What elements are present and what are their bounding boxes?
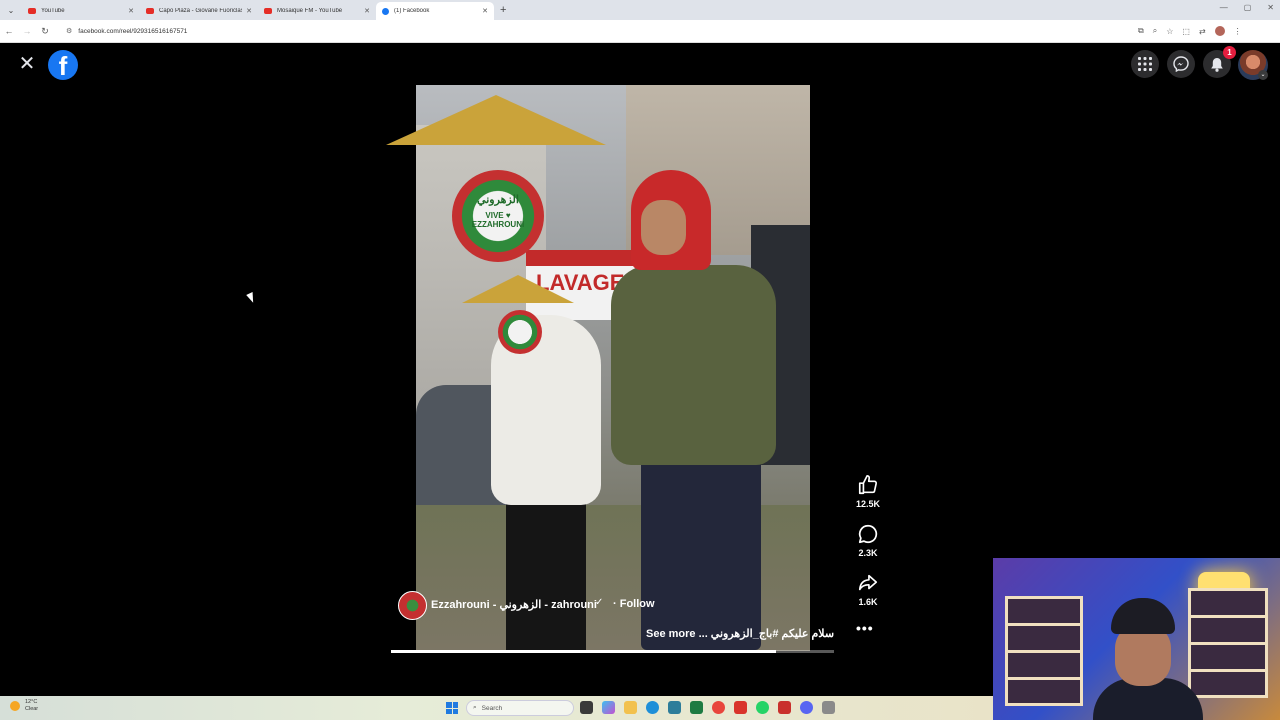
tab-label: YouTube	[41, 8, 65, 14]
like-count: 12.5K	[855, 499, 881, 509]
bookmark-star-icon[interactable]: ☆	[1166, 27, 1173, 36]
reload-icon[interactable]: ↻	[36, 26, 54, 37]
reel-caption[interactable]: سلام عليكم #باج_الزهروني ... See more	[646, 627, 834, 640]
chrome-icon[interactable]	[712, 701, 725, 714]
close-reel-button[interactable]: ✕	[16, 53, 38, 75]
whatsapp-icon[interactable]	[756, 701, 769, 714]
browser-tab-active[interactable]: (1) Facebook ✕	[376, 2, 494, 20]
task-view-icon[interactable]	[580, 701, 593, 714]
notification-badge: 1	[1223, 46, 1236, 59]
messenger-icon	[1173, 56, 1189, 72]
thumbs-up-icon	[858, 475, 878, 495]
browser-tab[interactable]: Capo Plaza - Giovane Fuoriclas ✕	[140, 2, 258, 20]
webcam-shelf	[1005, 596, 1083, 706]
comment-button[interactable]: 2.3K	[852, 523, 884, 558]
url-input[interactable]: ⚙ facebook.com/reel/929316516167571	[60, 22, 1130, 40]
sun-weather-icon	[10, 701, 20, 711]
youtube-icon	[28, 8, 36, 14]
weather-widget[interactable]: 12°C Clear	[10, 699, 38, 713]
excel-icon[interactable]	[690, 701, 703, 714]
taskbar-search-placeholder: Search	[481, 704, 503, 712]
discord-icon[interactable]	[800, 701, 813, 714]
weather-temperature: 12°C	[25, 699, 38, 705]
tab-label: (1) Facebook	[394, 8, 430, 14]
messenger-button[interactable]	[1167, 50, 1195, 78]
webcam-overlay	[993, 558, 1280, 720]
golden-eagle-sticker-small	[462, 275, 574, 303]
share-button[interactable]: 1.6K	[852, 572, 884, 607]
golden-eagle-sticker	[386, 95, 606, 145]
webcam-person	[1093, 598, 1203, 720]
weather-description: Clear	[25, 706, 39, 712]
cast-icon[interactable]: ⧉	[1138, 26, 1144, 36]
tab-close-icon[interactable]: ✕	[128, 7, 134, 15]
address-bar: ← → ↻ ⚙ facebook.com/reel/92931651616757…	[0, 20, 1280, 43]
club-emblem-sticker-small	[498, 310, 542, 354]
video-person-red-hood	[606, 170, 781, 650]
mouse-cursor-icon	[246, 291, 257, 305]
share-count: 1.6K	[858, 597, 878, 607]
menu-grid-button[interactable]	[1131, 50, 1159, 78]
minimize-icon[interactable]: —	[1220, 3, 1228, 12]
emblem-latin-text: VIVE ♥ EZZAHROUNI	[471, 211, 525, 229]
edge-icon[interactable]	[646, 701, 659, 714]
tab-label: Mosaique FM - YouTube	[277, 8, 343, 14]
app-icon[interactable]	[822, 701, 835, 714]
comment-icon	[858, 524, 878, 544]
bell-icon	[1211, 57, 1223, 72]
share-arrow-icon	[858, 574, 878, 591]
reel-author-name[interactable]: Ezzahrouni - الزهروني - zahrouni	[431, 598, 597, 611]
tab-close-icon[interactable]: ✕	[246, 7, 252, 15]
emblem-arabic-text: الزهروني	[477, 194, 519, 206]
reel-video[interactable]: LAVAGE الزهروني VIVE ♥ EZZAHROUNI	[416, 85, 810, 651]
video-progress-bar[interactable]	[391, 650, 834, 653]
verified-badge-icon: ✓	[595, 597, 604, 608]
window-controls: — ▢ ✕	[1220, 3, 1274, 12]
search-icon: ⌕	[473, 704, 477, 711]
copilot-icon[interactable]	[602, 701, 615, 714]
youtube-icon	[264, 8, 272, 14]
facebook-icon	[382, 7, 389, 15]
browser-toolbar: ⧉ ⌕ ☆ ⬚ ⇄ ⋮	[1138, 26, 1242, 36]
translate-icon[interactable]: ⇄	[1199, 27, 1206, 36]
more-options-button[interactable]: •••	[856, 620, 874, 636]
browser-tab[interactable]: Mosaique FM - YouTube ✕	[258, 2, 376, 20]
taskbar-search[interactable]: ⌕ Search	[466, 700, 574, 716]
profile-icon[interactable]	[1214, 26, 1225, 36]
chevron-down-icon[interactable]: ⌄	[1258, 70, 1268, 80]
store-icon[interactable]	[668, 701, 681, 714]
browser-tab-bar: ⌄ YouTube ✕ Capo Plaza - Giovane Fuoricl…	[0, 0, 1280, 20]
follow-button[interactable]: · Follow	[613, 598, 655, 610]
notifications-button[interactable]: 1	[1203, 46, 1236, 78]
youtube-icon	[146, 8, 154, 14]
forward-arrow-icon[interactable]: →	[18, 26, 36, 36]
comment-count: 2.3K	[858, 548, 878, 558]
reel-author-avatar[interactable]	[398, 591, 427, 620]
facebook-logo[interactable]: f	[48, 50, 78, 81]
new-tab-button[interactable]: +	[500, 4, 506, 16]
extensions-icon[interactable]: ⬚	[1182, 27, 1190, 36]
zoom-icon[interactable]: ⌕	[1153, 26, 1157, 36]
browser-menu-icon[interactable]: ⋮	[1234, 27, 1242, 36]
antivirus-icon[interactable]	[734, 701, 747, 714]
windows-start-icon[interactable]	[446, 702, 458, 714]
close-window-icon[interactable]: ✕	[1267, 3, 1274, 12]
site-info-icon[interactable]: ⚙	[66, 27, 72, 35]
url-text: facebook.com/reel/929316516167571	[78, 27, 188, 35]
app-icon[interactable]	[778, 701, 791, 714]
video-progress-fill	[391, 650, 777, 653]
grid-icon	[1138, 57, 1152, 71]
tab-close-icon[interactable]: ✕	[482, 7, 488, 15]
maximize-icon[interactable]: ▢	[1244, 3, 1252, 12]
browser-tab[interactable]: YouTube ✕	[22, 2, 140, 20]
file-explorer-icon[interactable]	[624, 701, 637, 714]
tab-close-icon[interactable]: ✕	[364, 7, 370, 15]
tab-search-chevron-icon[interactable]: ⌄	[0, 0, 22, 20]
tab-label: Capo Plaza - Giovane Fuoriclas	[159, 8, 243, 14]
back-arrow-icon[interactable]: ←	[0, 26, 18, 36]
like-button[interactable]: 12.5K	[852, 474, 884, 509]
